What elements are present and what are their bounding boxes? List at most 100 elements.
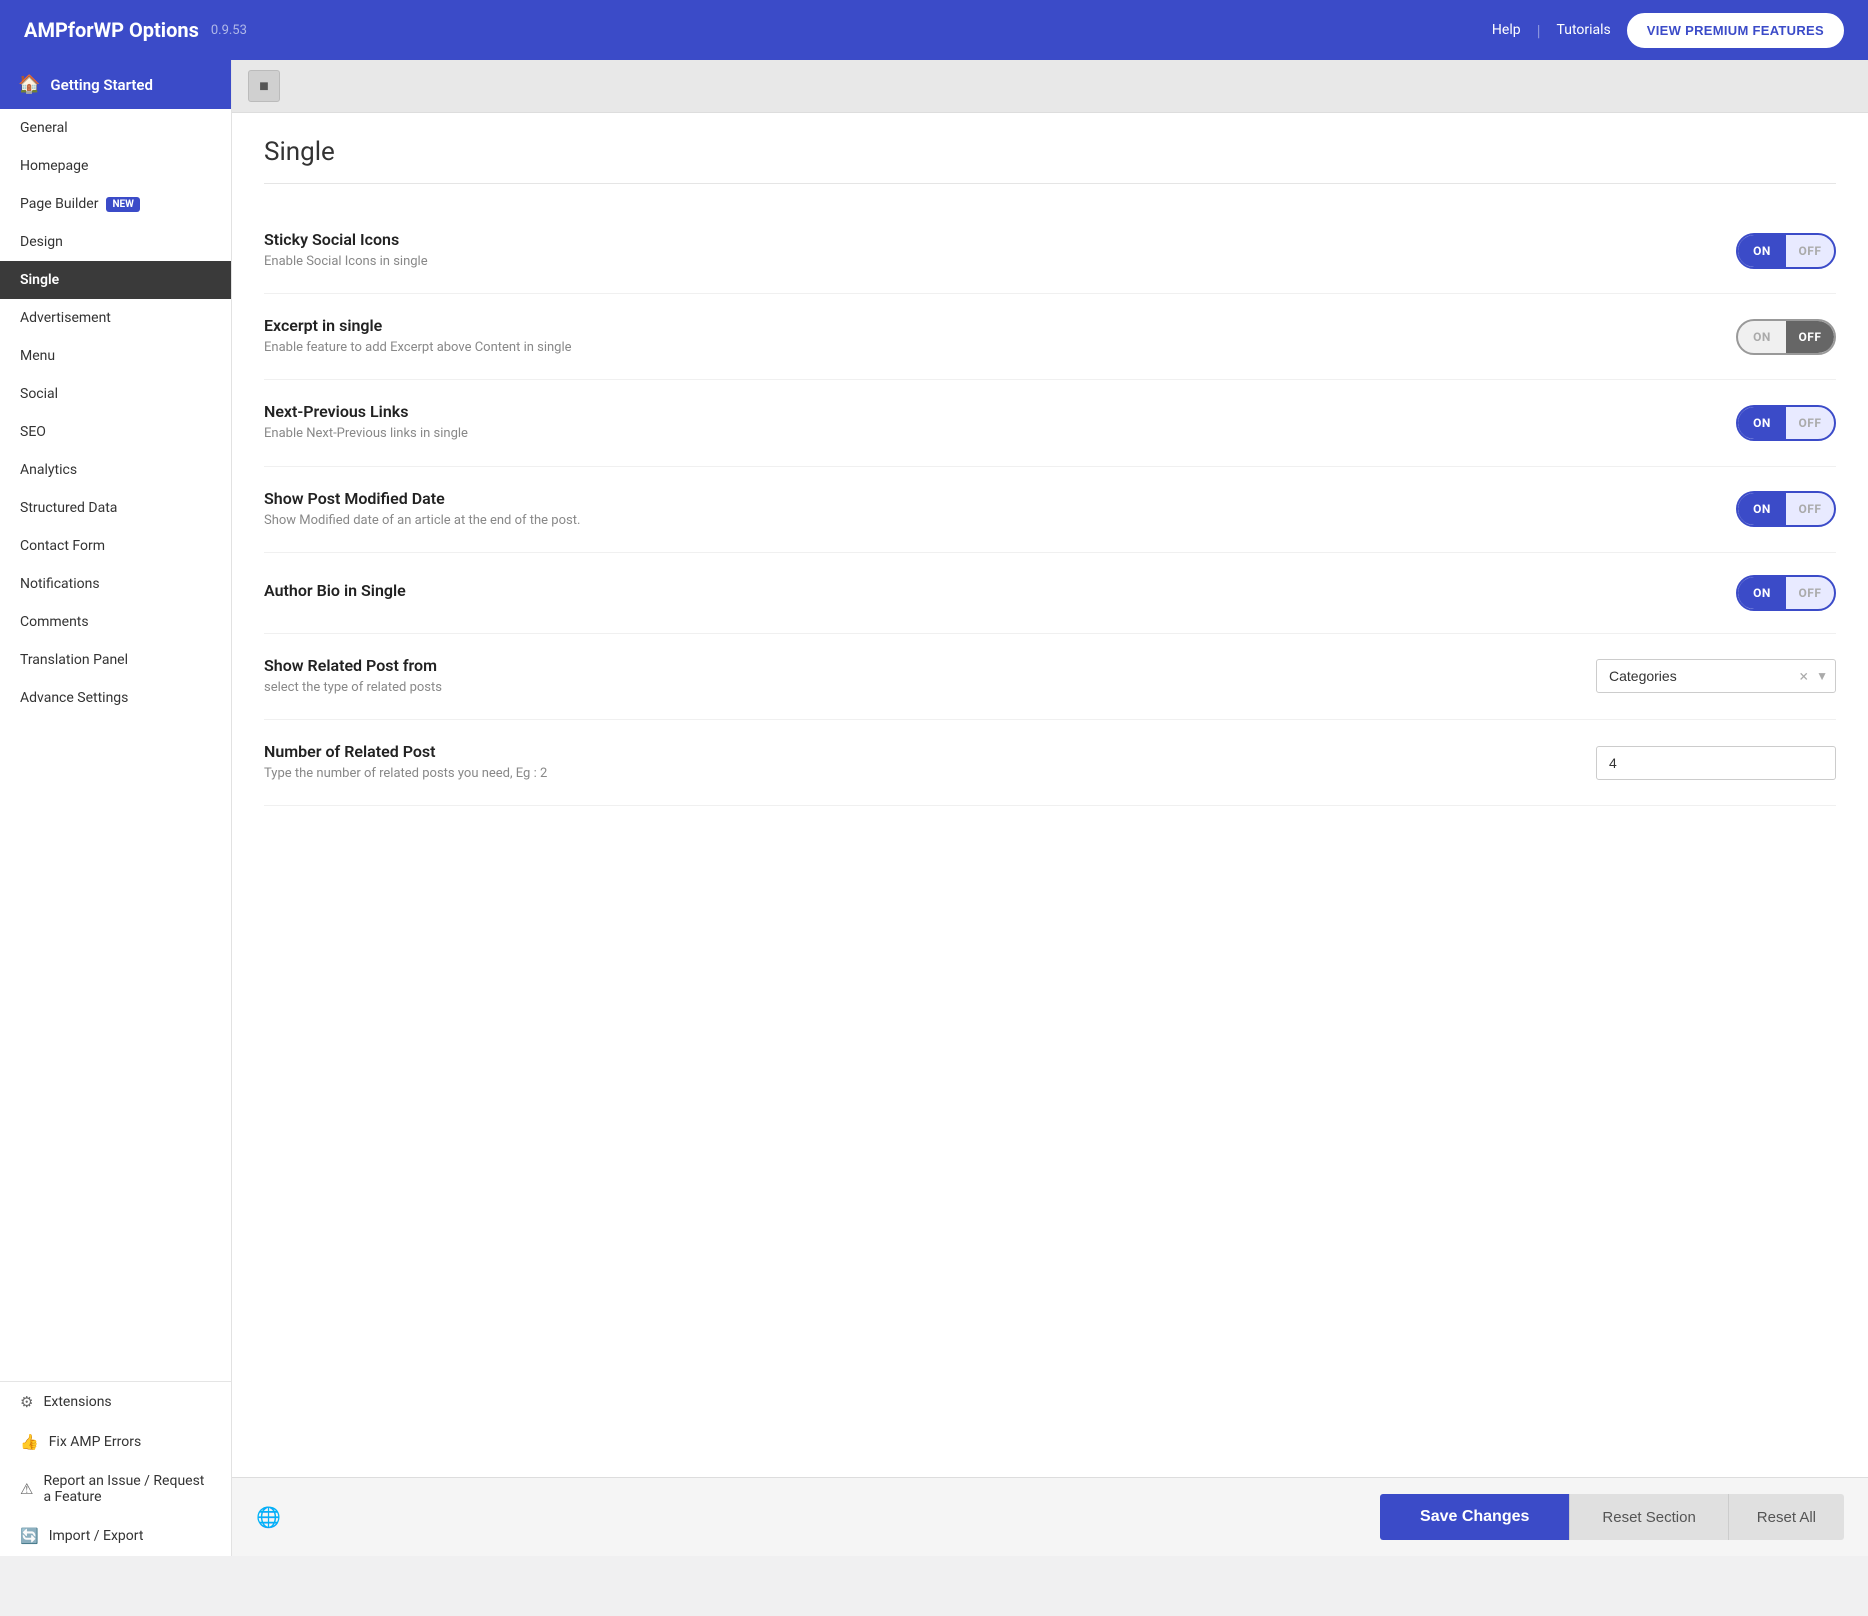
- sidebar-item-label-homepage: Homepage: [20, 158, 88, 174]
- toggle-off-author-bio-in-single: OFF: [1786, 577, 1834, 609]
- sidebar-item-translation-panel[interactable]: Translation Panel: [0, 641, 231, 679]
- toggle-on-excerpt-in-single: ON: [1738, 321, 1786, 353]
- sidebar-item-single[interactable]: Single: [0, 261, 231, 299]
- globe-icon[interactable]: 🌐: [256, 1505, 281, 1529]
- sidebar-item-label-social: Social: [20, 386, 58, 402]
- sidebar-item-advertisement[interactable]: Advertisement: [0, 299, 231, 337]
- footer-bar: 🌐 Save Changes Reset Section Reset All: [232, 1477, 1868, 1556]
- sidebar-item-contact-form[interactable]: Contact Form: [0, 527, 231, 565]
- sidebar-item-report-issue[interactable]: ⚠ Report an Issue / Request a Feature: [0, 1462, 231, 1516]
- setting-info-sticky-social-icons: Sticky Social Icons Enable Social Icons i…: [264, 230, 1696, 271]
- toggle-off-excerpt-in-single: OFF: [1786, 321, 1834, 353]
- setting-label-next-previous-links: Next-Previous Links: [264, 402, 1696, 421]
- sidebar-item-extensions[interactable]: ⚙ Extensions: [0, 1382, 231, 1422]
- sidebar-item-label-seo: SEO: [20, 424, 46, 440]
- getting-started-label: Getting Started: [50, 76, 152, 94]
- sidebar-item-page-builder[interactable]: Page Builder NEW: [0, 185, 231, 223]
- setting-label-sticky-social-icons: Sticky Social Icons: [264, 230, 1696, 249]
- setting-label-number-of-related-post: Number of Related Post: [264, 742, 1556, 761]
- settings-container: Sticky Social Icons Enable Social Icons i…: [264, 208, 1836, 806]
- sidebar-item-structured-data[interactable]: Structured Data: [0, 489, 231, 527]
- footer-actions: Save Changes Reset Section Reset All: [1380, 1494, 1844, 1540]
- footer-left: 🌐: [256, 1505, 281, 1529]
- setting-row-excerpt-in-single: Excerpt in single Enable feature to add E…: [264, 294, 1836, 380]
- setting-label-excerpt-in-single: Excerpt in single: [264, 316, 1696, 335]
- setting-control-excerpt-in-single: ON OFF: [1736, 319, 1836, 355]
- number-input-number-of-related-post[interactable]: [1596, 746, 1836, 780]
- sidebar-item-import-export[interactable]: 🔄Import / Export: [0, 1516, 231, 1556]
- setting-desc-excerpt-in-single: Enable feature to add Excerpt above Cont…: [264, 339, 624, 357]
- sidebar-item-label-page-builder: Page Builder: [20, 196, 98, 212]
- sidebar-item-label-advertisement: Advertisement: [20, 310, 111, 326]
- sidebar-item-label-comments: Comments: [20, 614, 89, 630]
- sidebar-item-getting-started[interactable]: 🏠 Getting Started: [0, 60, 231, 109]
- badge-new: NEW: [106, 197, 139, 212]
- save-button[interactable]: Save Changes: [1380, 1494, 1569, 1540]
- sidebar-item-notifications[interactable]: Notifications: [0, 565, 231, 603]
- reset-all-button[interactable]: Reset All: [1728, 1494, 1844, 1540]
- help-link[interactable]: Help: [1492, 22, 1521, 38]
- toggle-excerpt-in-single[interactable]: ON OFF: [1736, 319, 1836, 355]
- extensions-icon: ⚙: [20, 1393, 33, 1411]
- sidebar-item-fix-amp-errors[interactable]: 👍Fix AMP Errors: [0, 1422, 231, 1462]
- sidebar-bottom-label-extensions: Extensions: [43, 1394, 111, 1410]
- toolbar-icon[interactable]: ■: [248, 70, 280, 102]
- sidebar-bottom: ⚙ Extensions 👍Fix AMP Errors ⚠ Report an Iss…: [0, 1381, 231, 1556]
- setting-row-number-of-related-post: Number of Related Post Type the number of…: [264, 720, 1836, 806]
- sidebar: 🏠 Getting Started General Homepage Page Bu…: [0, 60, 232, 1556]
- toggle-next-previous-links[interactable]: ON OFF: [1736, 405, 1836, 441]
- sidebar-item-label-notifications: Notifications: [20, 576, 100, 592]
- toggle-sticky-social-icons[interactable]: ON OFF: [1736, 233, 1836, 269]
- toggle-off-sticky-social-icons: OFF: [1786, 235, 1834, 267]
- setting-info-author-bio-in-single: Author Bio in Single: [264, 581, 1696, 604]
- page-title: Single: [264, 137, 1836, 184]
- setting-row-show-post-modified-date: Show Post Modified DateShow Modified dat…: [264, 467, 1836, 553]
- toggle-off-show-post-modified-date: OFF: [1786, 493, 1834, 525]
- setting-row-next-previous-links: Next-Previous Links Enable Next-Previous …: [264, 380, 1836, 466]
- sidebar-item-seo[interactable]: SEO: [0, 413, 231, 451]
- toggle-on-sticky-social-icons: ON: [1738, 235, 1786, 267]
- setting-desc-number-of-related-post: Type the number of related posts you nee…: [264, 765, 624, 783]
- setting-info-excerpt-in-single: Excerpt in single Enable feature to add E…: [264, 316, 1696, 357]
- sidebar-item-menu[interactable]: Menu: [0, 337, 231, 375]
- setting-control-show-post-modified-date: ON OFF: [1736, 491, 1836, 527]
- setting-control-sticky-social-icons: ON OFF: [1736, 233, 1836, 269]
- sidebar-item-label-menu: Menu: [20, 348, 55, 364]
- main: ■ Single Sticky Social Icons Enable Socia…: [232, 60, 1868, 1556]
- header: AMPforWP Options 0.9.53 Help | Tutorials…: [0, 0, 1868, 60]
- sidebar-item-analytics[interactable]: Analytics: [0, 451, 231, 489]
- premium-button[interactable]: VIEW PREMIUM FEATURES: [1627, 13, 1844, 48]
- setting-row-author-bio-in-single: Author Bio in Single ON OFF: [264, 553, 1836, 634]
- sidebar-item-design[interactable]: Design: [0, 223, 231, 261]
- sidebar-item-label-single: Single: [20, 272, 59, 288]
- sidebar-item-homepage[interactable]: Homepage: [0, 147, 231, 185]
- sidebar-item-comments[interactable]: Comments: [0, 603, 231, 641]
- setting-label-author-bio-in-single: Author Bio in Single: [264, 581, 1696, 600]
- setting-info-show-related-post-from: Show Related Post fromselect the type of…: [264, 656, 1556, 697]
- setting-control-author-bio-in-single: ON OFF: [1736, 575, 1836, 611]
- toggle-on-show-post-modified-date: ON: [1738, 493, 1786, 525]
- tutorials-link[interactable]: Tutorials: [1557, 22, 1611, 38]
- setting-desc-sticky-social-icons: Enable Social Icons in single: [264, 253, 624, 271]
- sidebar-item-advance-settings[interactable]: Advance Settings: [0, 679, 231, 717]
- setting-control-show-related-post-from: CategoriesTagsBoth × ▼: [1596, 659, 1836, 693]
- setting-desc-next-previous-links: Enable Next-Previous links in single: [264, 425, 624, 443]
- sidebar-nav: General Homepage Page Builder NEW Design Sing…: [0, 109, 231, 1381]
- setting-control-next-previous-links: ON OFF: [1736, 405, 1836, 441]
- sidebar-item-social[interactable]: Social: [0, 375, 231, 413]
- setting-info-show-post-modified-date: Show Post Modified DateShow Modified dat…: [264, 489, 1696, 530]
- reset-section-button[interactable]: Reset Section: [1569, 1494, 1727, 1540]
- toggle-show-post-modified-date[interactable]: ON OFF: [1736, 491, 1836, 527]
- setting-label-show-post-modified-date: Show Post Modified Date: [264, 489, 1696, 508]
- sidebar-bottom-label-report-issue: Report an Issue / Request a Feature: [43, 1473, 211, 1505]
- toggle-on-next-previous-links: ON: [1738, 407, 1786, 439]
- sidebar-item-label-general: General: [20, 120, 68, 136]
- report-issue-icon: ⚠: [20, 1480, 33, 1498]
- select-clear-show-related-post-from[interactable]: ×: [1799, 667, 1808, 686]
- sidebar-item-general[interactable]: General: [0, 109, 231, 147]
- toggle-author-bio-in-single[interactable]: ON OFF: [1736, 575, 1836, 611]
- select-wrap-show-related-post-from: CategoriesTagsBoth × ▼: [1596, 659, 1836, 693]
- sidebar-bottom-label-import-export: Import / Export: [49, 1528, 144, 1544]
- toggle-off-next-previous-links: OFF: [1786, 407, 1834, 439]
- sidebar-item-label-contact-form: Contact Form: [20, 538, 105, 554]
